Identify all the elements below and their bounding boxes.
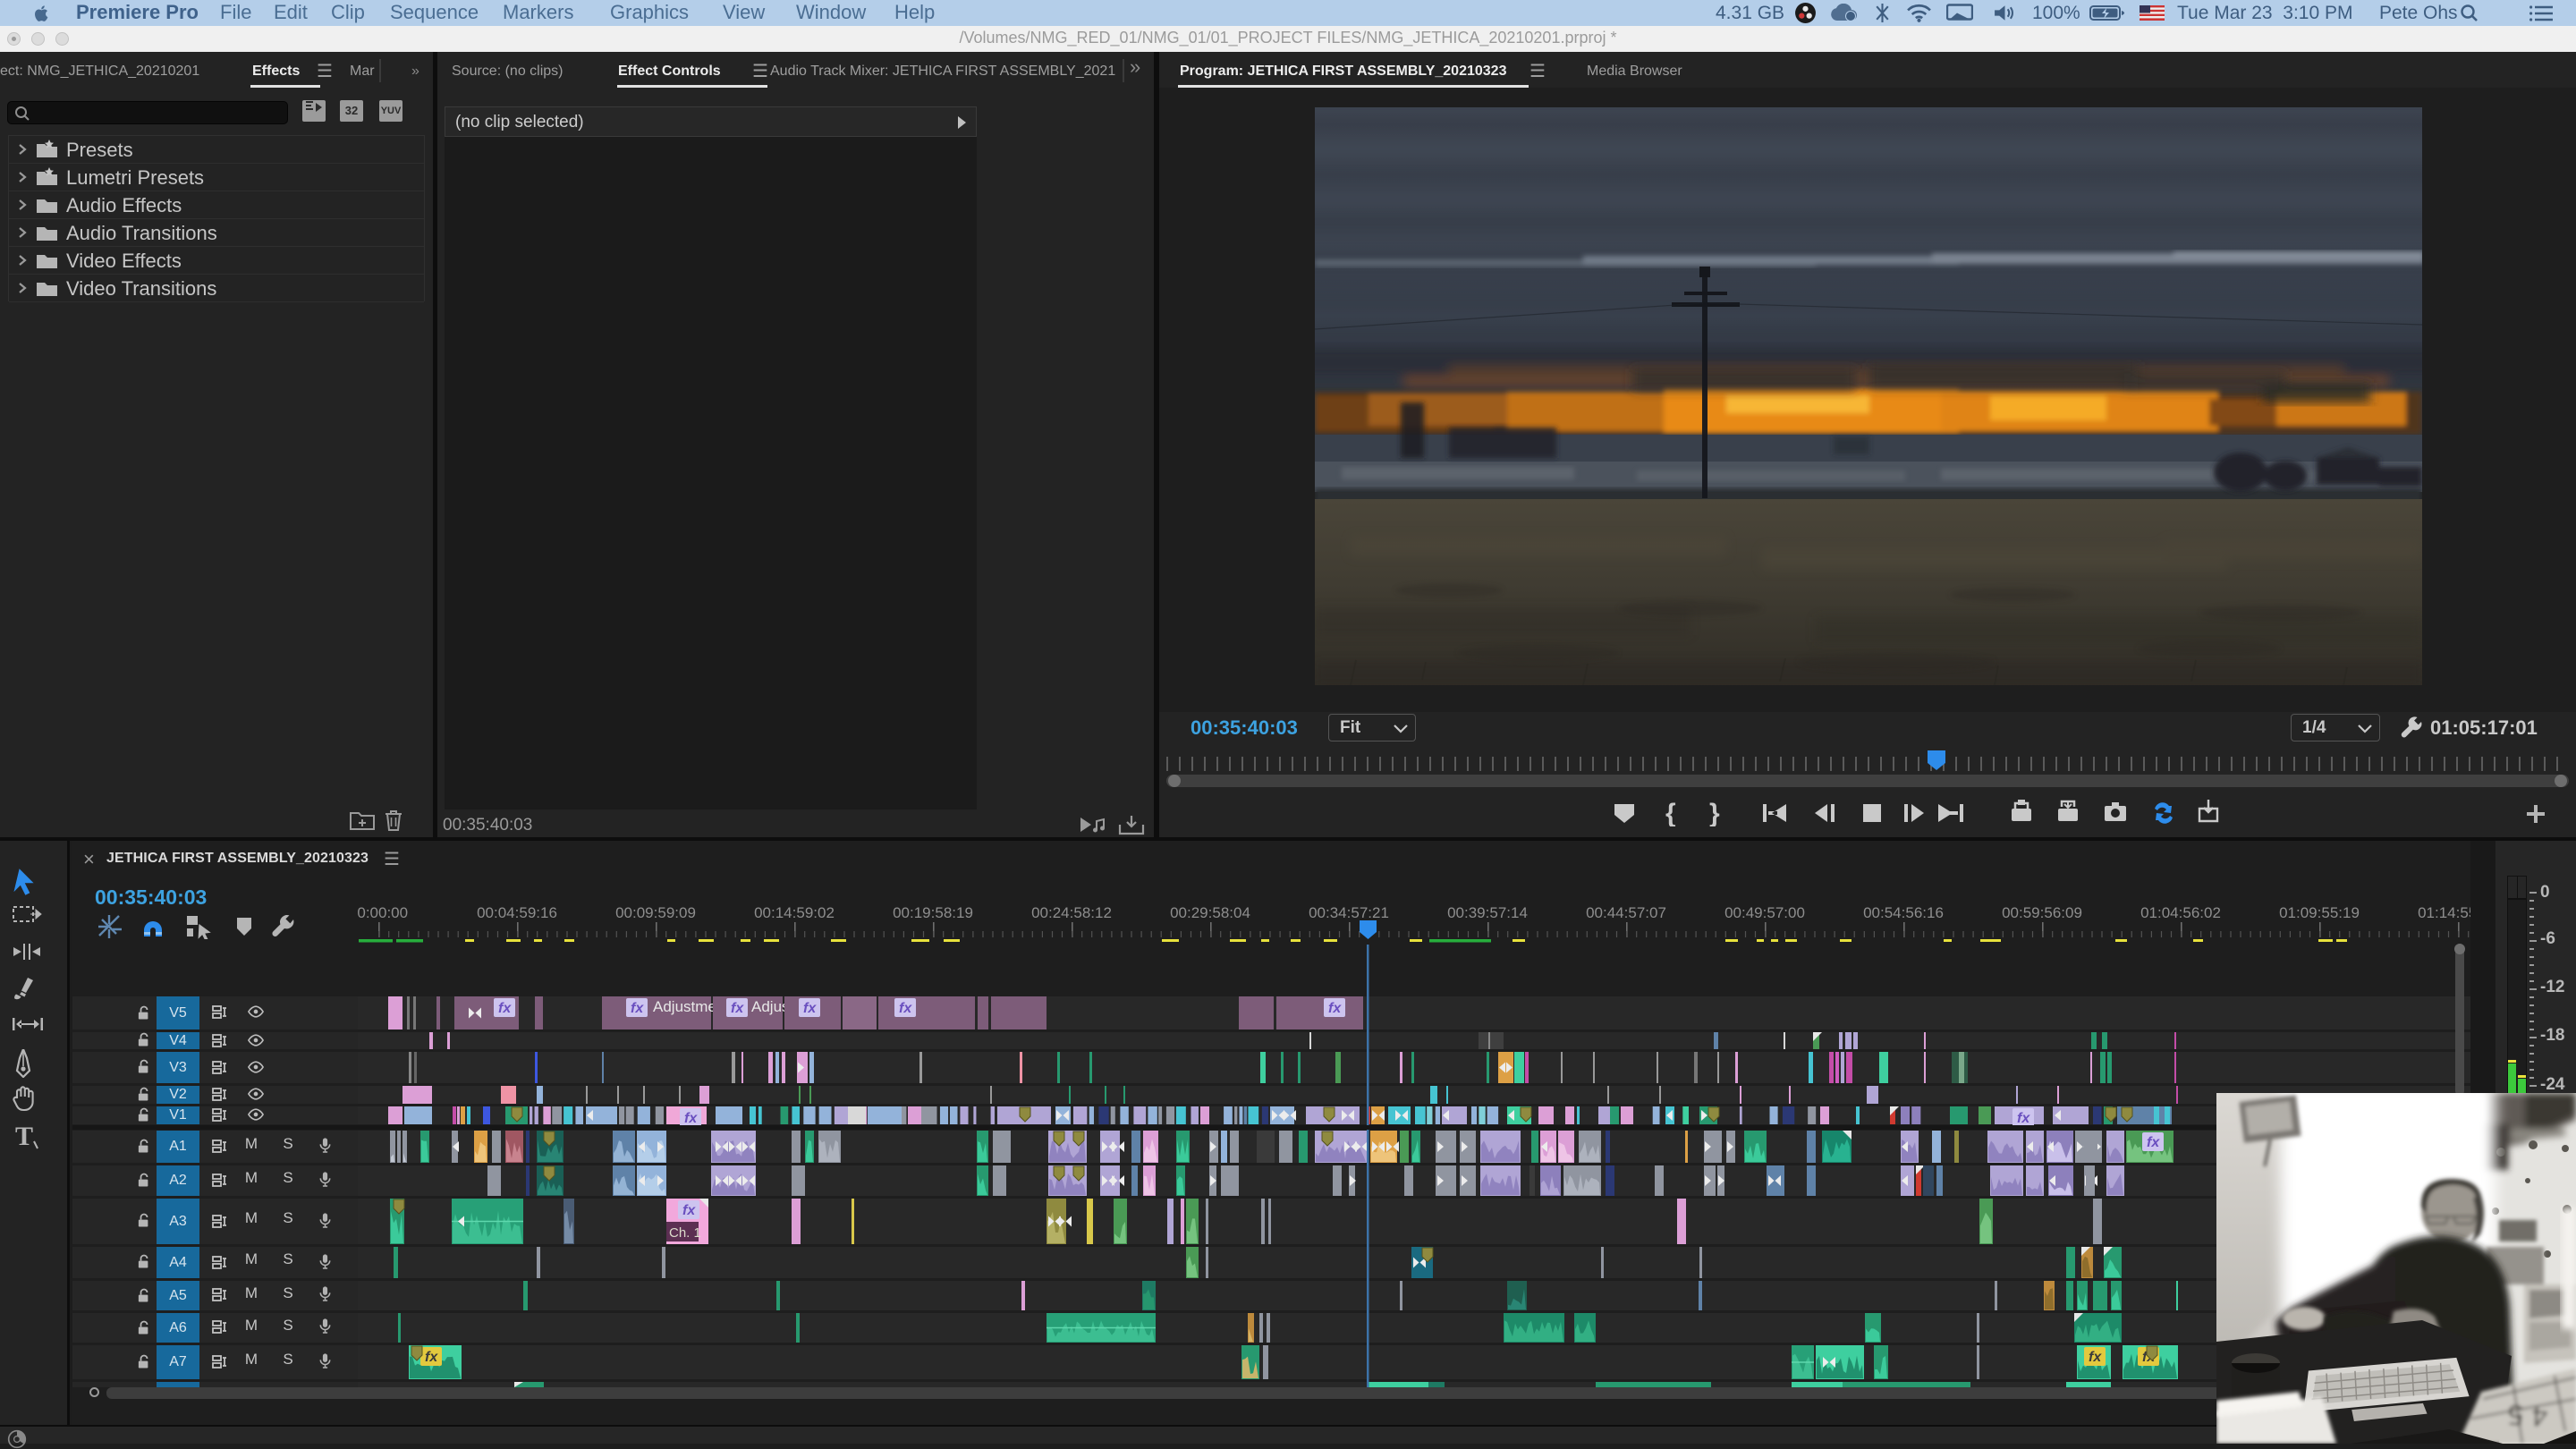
svg-text:T: T xyxy=(15,1122,33,1150)
svg-text:00:59:56:09: 00:59:56:09 xyxy=(2002,904,2082,921)
svg-text:4 5: 4 5 xyxy=(2507,1399,2548,1433)
svg-text:00:29:58:04: 00:29:58:04 xyxy=(1170,904,1250,921)
svg-text:fx: fx xyxy=(631,1001,644,1016)
svg-text:00:49:57:00: 00:49:57:00 xyxy=(1724,904,1805,921)
svg-text:fx: fx xyxy=(498,1001,512,1016)
svg-text:01:14:55:12: 01:14:55:12 xyxy=(2418,904,2470,921)
svg-text:00:24:58:12: 00:24:58:12 xyxy=(1031,904,1112,921)
svg-text:fx: fx xyxy=(2017,1111,2030,1126)
svg-text:01:04:56:02: 01:04:56:02 xyxy=(2140,904,2221,921)
svg-text:01:09:55:19: 01:09:55:19 xyxy=(2279,904,2360,921)
svg-text:{: { xyxy=(1665,800,1676,826)
svg-text:}: } xyxy=(1709,800,1720,826)
svg-text:fx: fx xyxy=(899,1001,912,1016)
svg-text:fx: fx xyxy=(731,1001,744,1016)
svg-text:00:44:57:07: 00:44:57:07 xyxy=(1586,904,1666,921)
svg-text:00:09:59:09: 00:09:59:09 xyxy=(615,904,696,921)
svg-text:fx: fx xyxy=(425,1350,438,1365)
svg-text:fx: fx xyxy=(682,1203,696,1218)
svg-text:Ch. 1: Ch. 1 xyxy=(669,1225,701,1241)
svg-text:fx: fx xyxy=(1328,1001,1342,1016)
svg-text:00:14:59:02: 00:14:59:02 xyxy=(754,904,835,921)
svg-text:00:04:59:16: 00:04:59:16 xyxy=(477,904,557,921)
svg-text:fx: fx xyxy=(803,1001,817,1016)
svg-text:00:19:58:19: 00:19:58:19 xyxy=(893,904,973,921)
svg-text:00:00:00: 00:00:00 xyxy=(358,904,408,921)
svg-text:fx: fx xyxy=(2089,1350,2102,1365)
svg-text:00:54:56:16: 00:54:56:16 xyxy=(1863,904,1944,921)
svg-text:Adjustme: Adjustme xyxy=(653,998,716,1015)
svg-text:fx: fx xyxy=(2147,1135,2160,1150)
svg-text:fx: fx xyxy=(684,1111,698,1126)
svg-text:00:39:57:14: 00:39:57:14 xyxy=(1447,904,1528,921)
